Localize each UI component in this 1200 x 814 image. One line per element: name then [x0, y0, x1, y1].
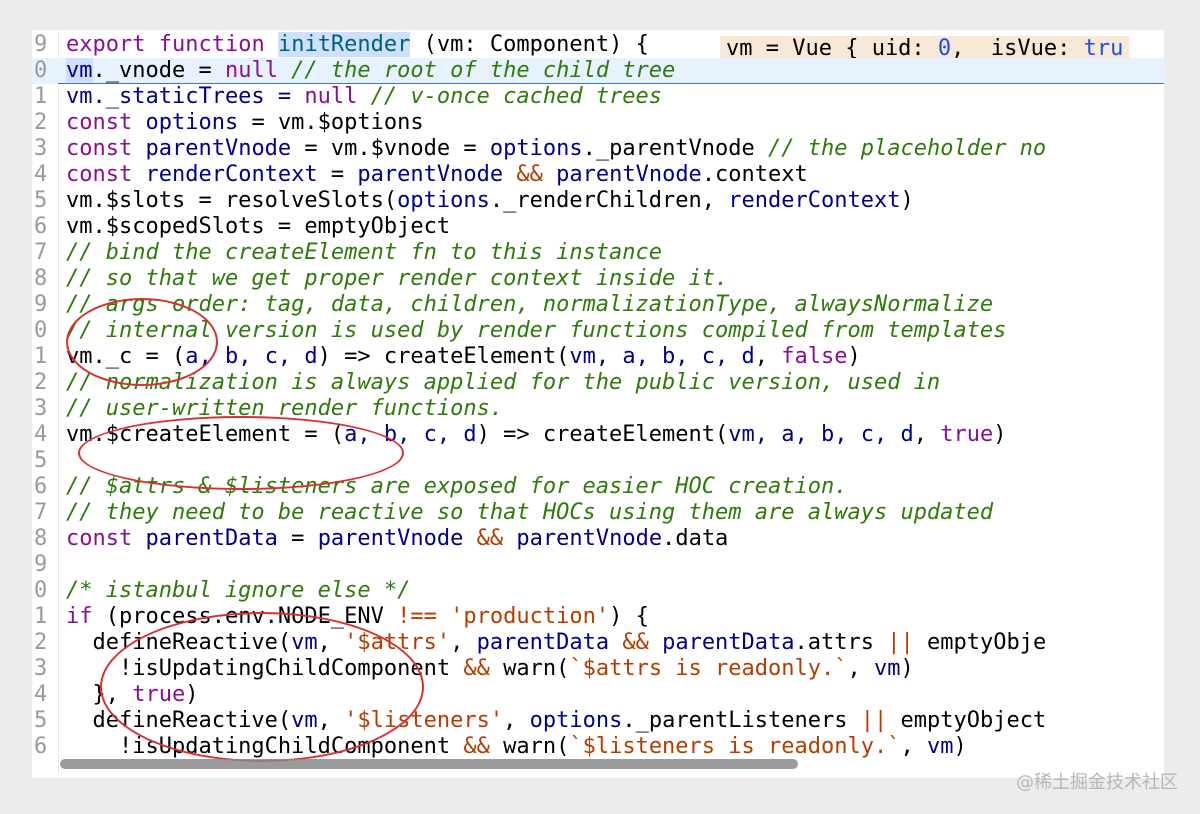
scrollbar-thumb[interactable] [60, 759, 798, 769]
code-comment: // bind the createElement fn to this ins… [66, 240, 663, 265]
code-text: vm._staticTrees = null // v-once cached … [66, 84, 663, 109]
code-text: vm.$scopedSlots = emptyObject [66, 214, 451, 239]
line-number: 4 [34, 682, 48, 707]
line-number: 7 [34, 240, 48, 265]
code-line: 3 const parentVnode = vm.$vnode = option… [32, 136, 1164, 162]
code-comment: // internal version is used by render fu… [66, 318, 1007, 343]
code-line: 2 const options = vm.$options [32, 110, 1164, 136]
code-text: vm._vnode = null // the root of the chil… [66, 58, 676, 83]
code-text: const parentData = parentVnode && parent… [66, 526, 729, 551]
code-line: 4 }, true) [32, 682, 1164, 708]
code-comment: /* istanbul ignore else */ [66, 578, 411, 603]
code-line: 6 // $attrs & $listeners are exposed for… [32, 474, 1164, 500]
code-line: 5 defineReactive(vm, '$listeners', optio… [32, 708, 1164, 734]
code-text: const options = vm.$options [66, 110, 424, 135]
code-text: export function initRender (vm: Componen… [66, 32, 649, 57]
line-number: 3 [34, 396, 48, 421]
function-name: initRender [277, 32, 411, 57]
code-line: 5 [32, 448, 1164, 474]
code-text: defineReactive(vm, '$listeners', options… [66, 708, 1047, 733]
code-text: const parentVnode = vm.$vnode = options.… [66, 136, 1047, 161]
line-number: 1 [34, 84, 48, 109]
line-number: 2 [34, 110, 48, 135]
code-line: 9 [32, 552, 1164, 578]
code-line: 3 // user-written render functions. [32, 396, 1164, 422]
watermark-text: @稀土掘金技术社区 [1016, 772, 1178, 793]
line-number: 5 [34, 708, 48, 733]
code-line: 7 // bind the createElement fn to this i… [32, 240, 1164, 266]
code-line: 3 !isUpdatingChildComponent && warn(`$at… [32, 656, 1164, 682]
line-number: 1 [34, 344, 48, 369]
code-line-current: 0 vm._vnode = null // the root of the ch… [32, 58, 1164, 84]
horizontal-scrollbar[interactable] [60, 757, 800, 771]
code-comment: // so that we get proper render context … [66, 266, 729, 291]
line-number: 0 [34, 318, 48, 343]
line-number: 2 [34, 630, 48, 655]
code-line: 2 // normalization is always applied for… [32, 370, 1164, 396]
code-text: vm._c = (a, b, c, d) => createElement(vm… [66, 344, 861, 369]
line-number: 3 [34, 136, 48, 161]
line-number: 2 [34, 370, 48, 395]
line-number: 6 [34, 214, 48, 239]
code-line: 1 if (process.env.NODE_ENV !== 'producti… [32, 604, 1164, 630]
code-line: 0 // internal version is used by render … [32, 318, 1164, 344]
line-number: 0 [34, 58, 48, 83]
code-text: !isUpdatingChildComponent && warn(`$attr… [66, 656, 914, 681]
code-comment: // user-written render functions. [66, 396, 504, 421]
line-number: 9 [34, 292, 48, 317]
code-text: vm.$createElement = (a, b, c, d) => crea… [66, 422, 1007, 447]
code-line: 4 const renderContext = parentVnode && p… [32, 162, 1164, 188]
code-line: 9 export function initRender (vm: Compon… [32, 32, 1164, 62]
line-number: 4 [34, 162, 48, 187]
code-text: vm.$slots = resolveSlots(options._render… [66, 188, 914, 213]
code-comment: // they need to be reactive so that HOCs… [66, 500, 994, 525]
line-number: 9 [34, 552, 48, 577]
line-number: 3 [34, 656, 48, 681]
code-line: 1 vm._c = (a, b, c, d) => createElement(… [32, 344, 1164, 370]
code-editor[interactable]: 9 export function initRender (vm: Compon… [32, 30, 1164, 778]
code-comment: // $attrs & $listeners are exposed for e… [66, 474, 848, 499]
code-line: 4 vm.$createElement = (a, b, c, d) => cr… [32, 422, 1164, 448]
line-number: 4 [34, 422, 48, 447]
code-comment: // normalization is always applied for t… [66, 370, 941, 395]
line-number: 0 [34, 578, 48, 603]
line-number: 6 [34, 734, 48, 759]
line-number: 5 [34, 448, 48, 473]
code-line: 0 /* istanbul ignore else */ [32, 578, 1164, 604]
code-line: 5 vm.$slots = resolveSlots(options._rend… [32, 188, 1164, 214]
code-line: 1 vm._staticTrees = null // v-once cache… [32, 84, 1164, 110]
code-text: if (process.env.NODE_ENV !== 'production… [66, 604, 649, 629]
code-line: 7 // they need to be reactive so that HO… [32, 500, 1164, 526]
line-number: 6 [34, 474, 48, 499]
line-number: 7 [34, 500, 48, 525]
line-number: 5 [34, 188, 48, 213]
code-text: }, true) [66, 682, 199, 707]
code-line: 9 // args order: tag, data, children, no… [32, 292, 1164, 318]
code-line: 2 defineReactive(vm, '$attrs', parentDat… [32, 630, 1164, 656]
line-number: 8 [34, 526, 48, 551]
line-number: 9 [34, 32, 48, 57]
code-line: 8 const parentData = parentVnode && pare… [32, 526, 1164, 552]
code-line: 6 vm.$scopedSlots = emptyObject [32, 214, 1164, 240]
line-number: 8 [34, 266, 48, 291]
code-comment: // args order: tag, data, children, norm… [66, 292, 994, 317]
line-number: 1 [34, 604, 48, 629]
code-text: const renderContext = parentVnode && par… [66, 162, 808, 187]
code-line: 8 // so that we get proper render contex… [32, 266, 1164, 292]
code-text: defineReactive(vm, '$attrs', parentData … [66, 630, 1047, 655]
